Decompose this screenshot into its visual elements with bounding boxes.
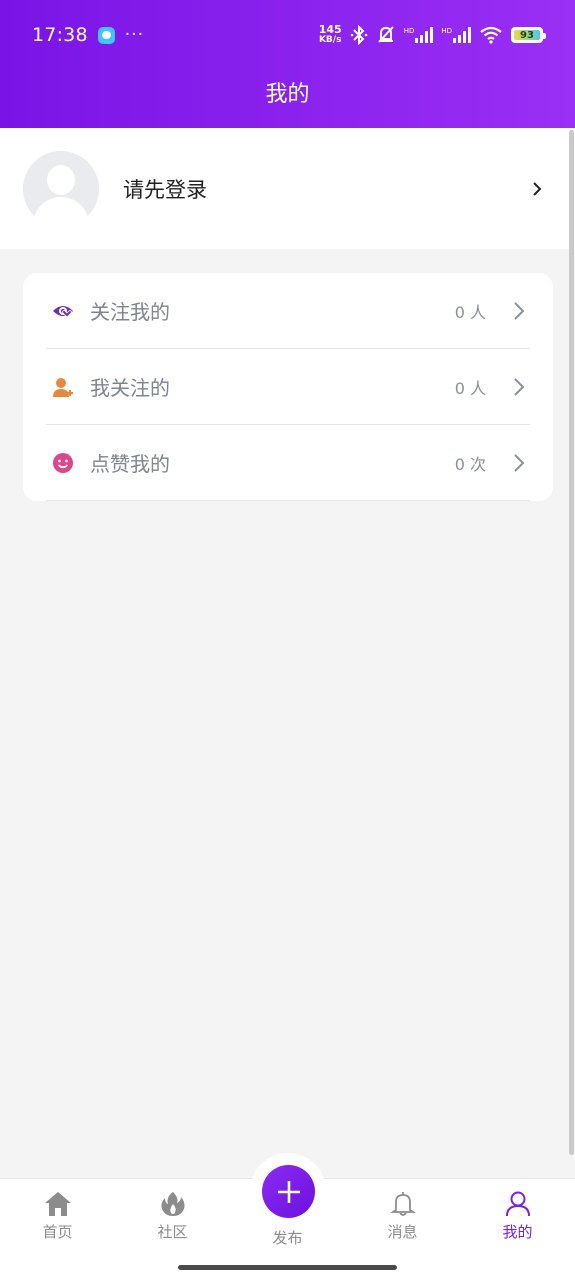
network-speed: 145 KB/s xyxy=(318,23,342,45)
avatar-placeholder-head xyxy=(47,164,75,195)
avatar-placeholder-body xyxy=(33,196,89,227)
menu-item-following[interactable]: 我关注的 0 人 xyxy=(46,349,530,425)
login-prompt[interactable]: 请先登录 xyxy=(123,174,207,204)
user-add-icon xyxy=(53,377,73,397)
chevron-right-icon xyxy=(514,377,525,396)
hd-label-1: HD xyxy=(403,27,415,35)
signal-bars-icon xyxy=(415,27,434,43)
signal-1: HD xyxy=(404,27,434,43)
menu-label: 点赞我的 xyxy=(90,452,170,476)
menu-item-followers[interactable]: 关注我的 0 人 xyxy=(46,273,530,349)
menu-label: 我关注的 xyxy=(90,376,170,400)
flame-icon xyxy=(160,1192,185,1216)
tab-home[interactable]: 首页 xyxy=(0,1191,115,1242)
publish-button[interactable] xyxy=(262,1165,315,1218)
eye-heart-icon xyxy=(53,305,73,318)
status-time: 17:38 xyxy=(32,24,88,46)
battery-level: 93 xyxy=(520,29,534,41)
tab-community[interactable]: 社区 xyxy=(115,1191,230,1242)
more-notifications-indicator: ··· xyxy=(124,25,144,45)
chevron-right-icon xyxy=(533,181,542,196)
tab-label: 我的 xyxy=(502,1223,533,1241)
smile-icon xyxy=(53,452,73,473)
menu-label: 关注我的 xyxy=(90,300,170,324)
person-icon xyxy=(505,1191,530,1217)
chevron-right-icon xyxy=(514,301,525,320)
menu-item-likes[interactable]: 点赞我的 0 次 xyxy=(46,425,530,501)
plus-icon xyxy=(277,1180,300,1203)
network-speed-unit: KB/s xyxy=(318,35,342,45)
notification-app-icon xyxy=(97,26,115,44)
follower-count: 0 人 xyxy=(454,302,486,322)
login-card[interactable]: 请先登录 xyxy=(0,128,575,249)
social-stats-menu: 关注我的 0 人 我关注的 0 人 点赞我的 0 次 xyxy=(23,273,553,501)
bluetooth-icon xyxy=(350,25,367,45)
tab-label: 首页 xyxy=(42,1223,73,1241)
page-title: 我的 xyxy=(265,82,310,107)
tab-profile[interactable]: 我的 xyxy=(460,1191,575,1242)
hd-label-2: HD xyxy=(441,27,452,35)
tab-messages[interactable]: 消息 xyxy=(345,1191,460,1242)
tab-label: 消息 xyxy=(387,1223,418,1241)
signal-2: HD xyxy=(441,27,471,43)
home-icon xyxy=(44,1192,71,1216)
chevron-right-icon xyxy=(514,453,525,472)
scrollbar[interactable] xyxy=(569,130,574,1155)
status-bar: 17:38 ··· 145 KB/s HD HD 93 xyxy=(0,18,575,52)
likes-count: 0 次 xyxy=(454,454,486,474)
signal-bars-icon xyxy=(453,27,471,43)
status-icons: 145 KB/s HD HD 93 xyxy=(318,23,546,45)
app-header: 17:38 ··· 145 KB/s HD HD 93 我的 xyxy=(0,0,575,128)
following-count: 0 人 xyxy=(454,378,486,398)
tab-label: 社区 xyxy=(157,1223,188,1241)
avatar[interactable] xyxy=(23,150,99,227)
bell-icon xyxy=(389,1192,416,1216)
tab-label: 发布 xyxy=(272,1229,303,1247)
home-indicator[interactable] xyxy=(178,1265,397,1270)
wifi-icon xyxy=(480,26,502,44)
network-speed-value: 145 xyxy=(318,23,342,36)
battery-icon: 93 xyxy=(511,27,546,43)
mute-bell-icon xyxy=(377,26,394,43)
